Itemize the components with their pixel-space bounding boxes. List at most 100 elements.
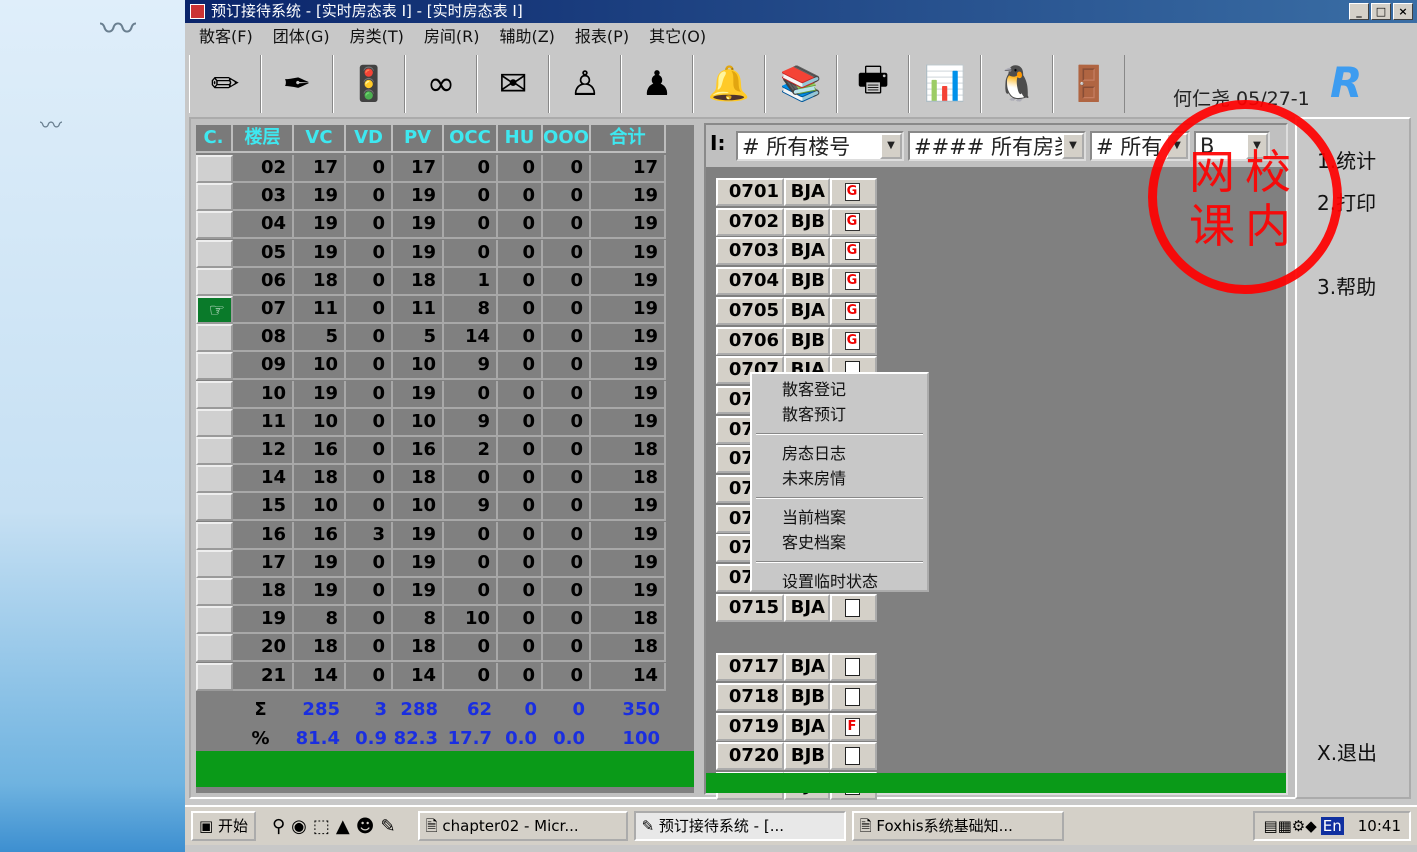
table-row[interactable]: 09 10 0 10 9 0 0 19 xyxy=(196,352,666,381)
person-button[interactable]: ♙ xyxy=(549,55,621,113)
room-number[interactable]: 0702 xyxy=(716,207,784,236)
room-number[interactable]: 0718 xyxy=(716,682,784,711)
room-item[interactable]: 0706 BJB G xyxy=(716,326,877,356)
room-item[interactable]: 0703 BJA G xyxy=(716,237,877,266)
row-selector[interactable] xyxy=(196,324,233,353)
column-header[interactable]: OOO xyxy=(543,125,591,153)
context-menu-item[interactable]: 客史档案 xyxy=(752,530,927,555)
table-row[interactable]: 17 19 0 19 0 0 0 19 xyxy=(196,549,666,578)
column-header[interactable]: 合计 xyxy=(591,125,666,153)
books-button[interactable]: 📚 xyxy=(765,55,837,113)
room-status[interactable]: G xyxy=(830,326,877,355)
chevron-down-icon[interactable]: ▼ xyxy=(880,133,902,159)
room-number[interactable]: 0701 xyxy=(716,178,784,206)
column-header[interactable]: VD xyxy=(346,125,393,153)
room-number[interactable]: 0703 xyxy=(716,237,784,266)
menu-3[interactable]: 房间(R) xyxy=(416,23,488,51)
room-number[interactable]: 0715 xyxy=(716,593,784,622)
row-selector[interactable] xyxy=(196,662,233,691)
room-status[interactable] xyxy=(830,742,877,771)
context-menu-item[interactable]: 设置临时状态 xyxy=(752,569,927,594)
maximize-button[interactable]: □ xyxy=(1371,3,1391,20)
menu-1[interactable]: 团体(G) xyxy=(265,23,338,51)
row-selector[interactable] xyxy=(196,521,233,550)
language-indicator[interactable]: En xyxy=(1320,817,1344,835)
table-row[interactable]: 10 19 0 19 0 0 0 19 xyxy=(196,380,666,409)
group-button[interactable]: ♟ xyxy=(621,55,693,113)
room-status[interactable]: G xyxy=(830,207,877,236)
table-row[interactable]: 02 17 0 17 0 0 0 17 xyxy=(196,155,666,183)
room-status[interactable] xyxy=(830,682,877,711)
row-selector[interactable] xyxy=(196,408,233,437)
minimize-button[interactable]: _ xyxy=(1349,3,1369,20)
table-row[interactable]: 11 10 0 10 9 0 0 19 xyxy=(196,408,666,437)
menu-5[interactable]: 报表(P) xyxy=(567,23,637,51)
room-status[interactable] xyxy=(830,653,877,682)
room-status[interactable]: G xyxy=(830,178,877,206)
menu-0[interactable]: 散客(F) xyxy=(191,23,261,51)
room-item[interactable]: 0717 BJA xyxy=(716,653,877,682)
row-selector[interactable] xyxy=(196,549,233,578)
task-foxhis[interactable]: 🗎 Foxhis系统基础知... xyxy=(851,811,1064,841)
row-selector[interactable] xyxy=(196,465,233,494)
room-item[interactable]: 0718 BJB xyxy=(716,682,877,712)
table-row[interactable]: 20 18 0 18 0 0 0 18 xyxy=(196,634,666,663)
envelope-hand-button[interactable]: ✉ xyxy=(477,55,549,113)
column-header[interactable]: PV xyxy=(393,125,444,153)
floor-select[interactable]: # 所有楼号 ▼ xyxy=(736,131,904,161)
row-selector[interactable] xyxy=(196,380,233,409)
row-selector[interactable] xyxy=(196,578,233,606)
row-selector[interactable] xyxy=(196,183,233,212)
exit-button[interactable]: X.退出 xyxy=(1317,737,1377,766)
table-row[interactable]: 19 8 0 8 10 0 0 18 xyxy=(196,606,666,635)
traffic-light-button[interactable]: 🚦 xyxy=(333,55,405,113)
room-number[interactable]: 0706 xyxy=(716,326,784,355)
menu-2[interactable]: 房类(T) xyxy=(342,23,412,51)
column-header[interactable]: C. xyxy=(196,125,233,153)
column-header[interactable]: HU xyxy=(498,125,543,153)
row-selector[interactable] xyxy=(196,606,233,635)
help-button[interactable]: 3.帮助 xyxy=(1317,271,1376,300)
task-chapter02[interactable]: 🗎 chapter02 - Micr... xyxy=(417,811,628,841)
room-number[interactable]: 0717 xyxy=(716,653,784,682)
table-row[interactable]: 05 19 0 19 0 0 0 19 xyxy=(196,239,666,268)
context-menu-item[interactable]: 当前档案 xyxy=(752,505,927,530)
chart-button[interactable]: 📊 xyxy=(909,55,981,113)
room-item[interactable]: 0719 BJA F xyxy=(716,712,877,742)
pencil-button[interactable]: ✏ xyxy=(189,55,261,113)
row-selector[interactable] xyxy=(196,155,233,183)
room-item[interactable]: 0704 BJB G xyxy=(716,267,877,296)
quick-launch[interactable]: ⚲◉⬚▲☻✎ xyxy=(262,816,412,837)
row-pointer-icon[interactable]: ☞ xyxy=(196,296,233,324)
context-menu-item[interactable]: 散客预订 xyxy=(752,402,927,427)
room-status[interactable]: G xyxy=(830,267,877,296)
room-status[interactable]: F xyxy=(830,712,877,741)
row-selector[interactable] xyxy=(196,634,233,663)
room-number[interactable]: 0720 xyxy=(716,742,784,771)
row-selector[interactable] xyxy=(196,211,233,240)
room-number[interactable]: 0705 xyxy=(716,296,784,325)
table-row[interactable]: 18 19 0 19 0 0 0 19 xyxy=(196,578,666,606)
table-row[interactable]: 08 5 0 5 14 0 0 19 xyxy=(196,324,666,353)
table-row[interactable]: 16 16 3 19 0 0 0 19 xyxy=(196,521,666,550)
context-menu-item[interactable]: 散客登记 xyxy=(752,377,927,402)
context-menu-item[interactable]: 未来房情 xyxy=(752,466,927,491)
chevron-down-icon[interactable]: ▼ xyxy=(1062,133,1084,159)
table-row[interactable]: 06 18 0 18 1 0 0 19 xyxy=(196,267,666,296)
menu-6[interactable]: 其它(O) xyxy=(641,23,714,51)
table-row[interactable]: 03 19 0 19 0 0 0 19 xyxy=(196,183,666,212)
column-header[interactable]: 楼层 xyxy=(233,125,294,153)
pretzel-button[interactable]: ∞ xyxy=(405,55,477,113)
room-status[interactable] xyxy=(830,593,877,622)
bell-button[interactable]: 🔔 xyxy=(693,55,765,113)
row-selector[interactable] xyxy=(196,239,233,268)
table-row[interactable]: ☞ 07 11 0 11 8 0 0 19 xyxy=(196,296,666,324)
table-row[interactable]: 14 18 0 18 0 0 0 18 xyxy=(196,465,666,494)
room-item[interactable]: 0701 BJA G xyxy=(716,178,877,207)
penguin-button[interactable]: 🐧 xyxy=(981,55,1053,113)
table-row[interactable]: 15 10 0 10 9 0 0 19 xyxy=(196,493,666,522)
task-reservation-system[interactable]: ✎ 预订接待系统 - [... xyxy=(633,811,846,841)
row-selector[interactable] xyxy=(196,493,233,522)
column-header[interactable]: VC xyxy=(294,125,346,153)
room-status[interactable]: G xyxy=(830,296,877,325)
